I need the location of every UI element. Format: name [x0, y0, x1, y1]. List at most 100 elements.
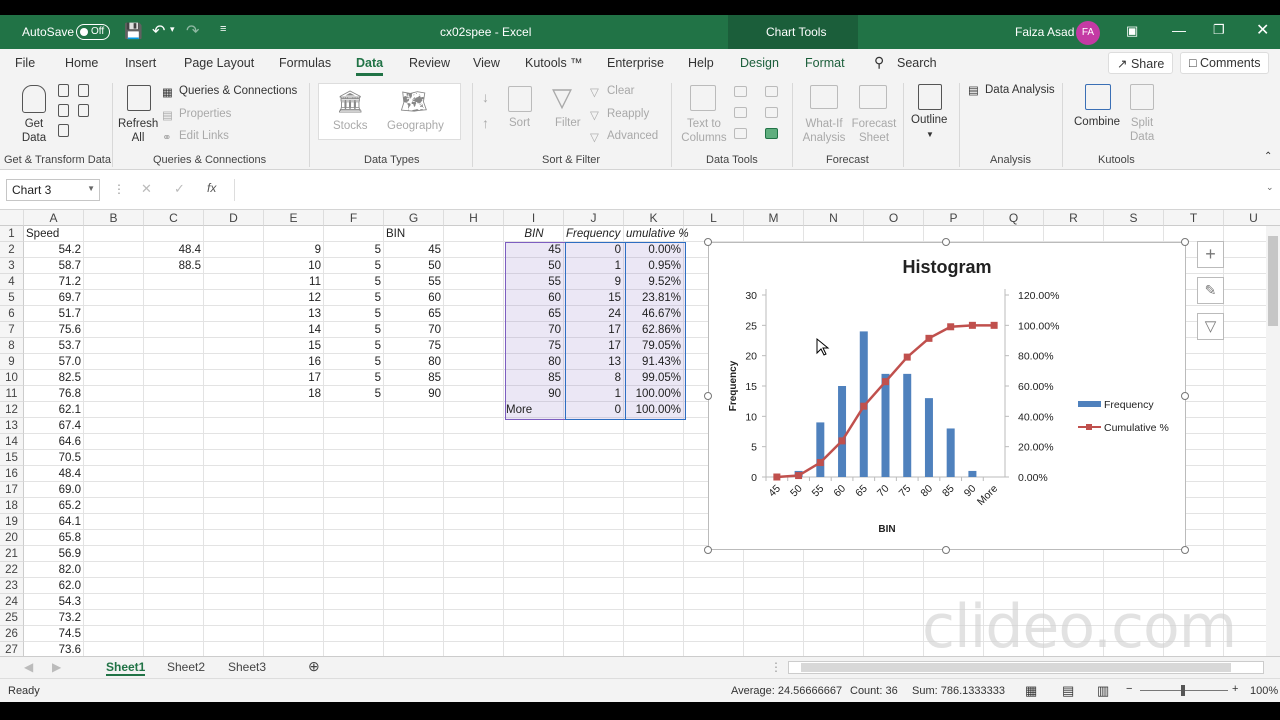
cumulative-marker[interactable] [968, 321, 976, 329]
cell-a7[interactable]: 75.6 [24, 323, 81, 338]
sum-status[interactable]: Sum: 786.1333333 [912, 685, 1005, 697]
tab-review[interactable]: Review [409, 56, 450, 70]
column-header-p[interactable]: P [924, 210, 984, 226]
cell-a10[interactable]: 82.5 [24, 371, 81, 386]
sheet-tab-2[interactable]: Sheet2 [167, 660, 205, 674]
sheet-tab-1[interactable]: Sheet1 [106, 660, 146, 676]
cancel-icon[interactable]: ✕ [141, 181, 152, 197]
column-header-c[interactable]: C [144, 210, 204, 226]
sort-ascending-icon[interactable]: ↓ [482, 89, 489, 105]
cell-a27[interactable]: 73.6 [24, 643, 81, 656]
sort-descending-icon[interactable]: ↑ [482, 115, 489, 131]
cell-f8[interactable]: 5 [324, 339, 381, 354]
tab-design[interactable]: Design [740, 56, 779, 70]
cell-k11[interactable]: 100.00% [624, 387, 681, 402]
data-validation-icon[interactable] [734, 128, 747, 139]
zoom-level[interactable]: 100% [1250, 685, 1278, 697]
search-icon[interactable]: ⚲ [874, 54, 884, 71]
cell-j1[interactable]: Frequency [566, 227, 620, 242]
x-axis-title[interactable]: BIN [878, 524, 895, 535]
cell-k6[interactable]: 46.67% [624, 307, 681, 322]
resize-handle[interactable] [1181, 546, 1189, 554]
frequency-bar[interactable] [881, 373, 890, 477]
cell-j6[interactable]: 24 [564, 307, 621, 322]
cell-j11[interactable]: 1 [564, 387, 621, 402]
horizontal-scrollbar[interactable] [788, 661, 1264, 674]
undo-dropdown-icon[interactable]: ▾ [170, 24, 175, 35]
column-header-j[interactable]: J [564, 210, 624, 226]
cell-a17[interactable]: 69.0 [24, 483, 81, 498]
row-header-3[interactable]: 3 [0, 258, 24, 274]
enter-icon[interactable]: ✓ [174, 181, 185, 197]
resize-handle[interactable] [1181, 238, 1189, 246]
vertical-scrollbar-thumb[interactable] [1268, 236, 1278, 326]
cell-i5[interactable]: 60 [504, 291, 561, 306]
advanced-button[interactable]: Advanced [607, 130, 658, 142]
cell-g9[interactable]: 80 [384, 355, 441, 370]
row-header-21[interactable]: 21 [0, 546, 24, 562]
properties-button[interactable]: Properties [179, 108, 231, 120]
cell-g3[interactable]: 50 [384, 259, 441, 274]
chart-elements-button[interactable]: + [1197, 241, 1224, 268]
cell-a19[interactable]: 64.1 [24, 515, 81, 530]
row-header-8[interactable]: 8 [0, 338, 24, 354]
from-text-icon[interactable] [58, 84, 69, 97]
outline-button[interactable]: Outline [911, 114, 947, 126]
cell-a26[interactable]: 74.5 [24, 627, 81, 642]
save-icon[interactable]: 💾 [124, 22, 143, 40]
tab-data[interactable]: Data [356, 56, 384, 76]
cell-k1[interactable]: umulative % [626, 227, 689, 242]
cell-k9[interactable]: 91.43% [624, 355, 681, 370]
cell-g11[interactable]: 90 [384, 387, 441, 402]
column-header-k[interactable]: K [624, 210, 684, 226]
cell-i6[interactable]: 65 [504, 307, 561, 322]
tab-kutools[interactable]: Kutools ™ [525, 56, 583, 70]
next-sheet-icon[interactable]: ▶ [52, 660, 61, 674]
resize-handle[interactable] [1181, 392, 1189, 400]
cell-f9[interactable]: 5 [324, 355, 381, 370]
row-header-18[interactable]: 18 [0, 498, 24, 514]
cell-g5[interactable]: 60 [384, 291, 441, 306]
consolidate-icon[interactable] [765, 86, 778, 97]
cell-j7[interactable]: 17 [564, 323, 621, 338]
from-web-icon[interactable] [58, 104, 69, 117]
avatar[interactable]: FA [1076, 21, 1100, 45]
existing-connections-icon[interactable] [78, 104, 89, 117]
cell-j8[interactable]: 17 [564, 339, 621, 354]
cell-g8[interactable]: 75 [384, 339, 441, 354]
cell-k12[interactable]: 100.00% [624, 403, 681, 418]
row-header-23[interactable]: 23 [0, 578, 24, 594]
cell-j12[interactable]: 0 [564, 403, 621, 418]
page-break-view-icon[interactable]: ▥ [1097, 683, 1109, 699]
stocks-button[interactable]: Stocks [333, 120, 368, 132]
cell-a22[interactable]: 82.0 [24, 563, 81, 578]
cell-a18[interactable]: 65.2 [24, 499, 81, 514]
cell-f2[interactable]: 5 [324, 243, 381, 258]
cell-a8[interactable]: 53.7 [24, 339, 81, 354]
zoom-in-icon[interactable]: + [1232, 683, 1238, 695]
cell-a1[interactable]: Speed [26, 227, 59, 242]
row-header-27[interactable]: 27 [0, 642, 24, 656]
add-sheet-icon[interactable]: ⊕ [308, 658, 320, 675]
row-header-16[interactable]: 16 [0, 466, 24, 482]
tab-file[interactable]: File [15, 56, 35, 70]
cell-a12[interactable]: 62.1 [24, 403, 81, 418]
relationships-icon[interactable] [765, 107, 778, 118]
resize-handle[interactable] [942, 238, 950, 246]
column-header-g[interactable]: G [384, 210, 444, 226]
tab-help[interactable]: Help [688, 56, 714, 70]
tab-splitter-icon[interactable]: ⋮ [770, 660, 782, 674]
cell-e8[interactable]: 15 [264, 339, 321, 354]
column-header-i[interactable]: I [504, 210, 564, 226]
combine-button[interactable]: Combine [1074, 116, 1120, 128]
column-header-f[interactable]: F [324, 210, 384, 226]
cell-e7[interactable]: 14 [264, 323, 321, 338]
get-data-button[interactable]: Get Data [18, 117, 50, 145]
cumulative-marker[interactable] [925, 334, 933, 342]
redo-icon[interactable]: ↷ [186, 21, 199, 41]
column-header-r[interactable]: R [1044, 210, 1104, 226]
cell-k2[interactable]: 0.00% [624, 243, 681, 258]
chart-filters-button[interactable]: ▽ [1197, 313, 1224, 340]
page-layout-view-icon[interactable]: ▤ [1062, 683, 1074, 699]
remove-duplicates-icon[interactable] [734, 107, 747, 118]
